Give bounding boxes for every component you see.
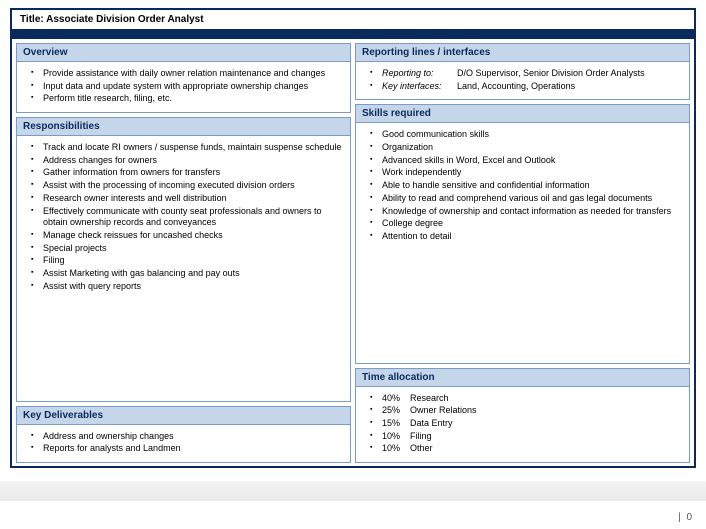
list-item: Track and locate RI owners / suspense fu…: [35, 142, 342, 154]
outer-frame: Title: Associate Division Order Analyst …: [10, 8, 696, 468]
time-label: Owner Relations: [410, 405, 477, 417]
overview-body: Provide assistance with daily owner rela…: [17, 62, 350, 112]
list-item: Gather information from owners for trans…: [35, 167, 342, 179]
list-item: Reporting to: D/O Supervisor, Senior Div…: [374, 68, 681, 80]
list-item: 10%Other: [374, 443, 681, 455]
kv-value: Land, Accounting, Operations: [457, 81, 575, 93]
time-label: Data Entry: [410, 418, 453, 430]
list-item: Manage check reissues for uncashed check…: [35, 230, 342, 242]
list-item: Knowledge of ownership and contact infor…: [374, 206, 681, 218]
deliverables-header: Key Deliverables: [17, 407, 350, 425]
list-item: 40%Research: [374, 393, 681, 405]
time-pct: 15%: [382, 418, 410, 430]
deliverables-body: Address and ownership changes Reports fo…: [17, 425, 350, 462]
list-item: College degree: [374, 218, 681, 230]
list-item: Filing: [35, 255, 342, 267]
list-item: Attention to detail: [374, 231, 681, 243]
list-item: 15%Data Entry: [374, 418, 681, 430]
skills-body: Good communication skills Organization A…: [356, 123, 689, 249]
time-pct: 25%: [382, 405, 410, 417]
reporting-header: Reporting lines / interfaces: [356, 44, 689, 62]
list-item: Address and ownership changes: [35, 431, 342, 443]
list-item: Work independently: [374, 167, 681, 179]
list-item: Assist with query reports: [35, 281, 342, 293]
footer-stripe: [0, 481, 706, 501]
time-pct: 10%: [382, 443, 410, 455]
list-item: Key interfaces: Land, Accounting, Operat…: [374, 81, 681, 93]
reporting-body: Reporting to: D/O Supervisor, Senior Div…: [356, 62, 689, 99]
time-label: Other: [410, 443, 433, 455]
time-section: Time allocation 40%Research 25%Owner Rel…: [355, 368, 690, 463]
skills-section: Skills required Good communication skill…: [355, 104, 690, 363]
responsibilities-body: Track and locate RI owners / suspense fu…: [17, 136, 350, 299]
kv-label: Key interfaces:: [382, 81, 457, 93]
right-column: Reporting lines / interfaces Reporting t…: [355, 43, 690, 463]
list-item: 25%Owner Relations: [374, 405, 681, 417]
time-body: 40%Research 25%Owner Relations 15%Data E…: [356, 387, 689, 462]
slide: Title: Associate Division Order Analyst …: [0, 0, 706, 529]
list-item: Good communication skills: [374, 129, 681, 141]
page-number: 0: [686, 512, 692, 523]
list-item: 10%Filing: [374, 431, 681, 443]
footer: | 0: [678, 512, 692, 523]
list-item: Able to handle sensitive and confidentia…: [374, 180, 681, 192]
list-item: Research owner interests and well distri…: [35, 193, 342, 205]
skills-header: Skills required: [356, 105, 689, 123]
list-item: Assist with the processing of incoming e…: [35, 180, 342, 192]
list-item: Reports for analysts and Landmen: [35, 443, 342, 455]
left-column: Overview Provide assistance with daily o…: [16, 43, 351, 463]
list-item: Special projects: [35, 243, 342, 255]
list-item: Ability to read and comprehend various o…: [374, 193, 681, 205]
list-item: Assist Marketing with gas balancing and …: [35, 268, 342, 280]
list-item: Input data and update system with approp…: [35, 81, 342, 93]
time-label: Research: [410, 393, 449, 405]
time-label: Filing: [410, 431, 432, 443]
kv-value: D/O Supervisor, Senior Division Order An…: [457, 68, 645, 80]
overview-section: Overview Provide assistance with daily o…: [16, 43, 351, 113]
footer-sep: |: [678, 512, 681, 523]
time-header: Time allocation: [356, 369, 689, 387]
reporting-section: Reporting lines / interfaces Reporting t…: [355, 43, 690, 100]
list-item: Address changes for owners: [35, 155, 342, 167]
deliverables-section: Key Deliverables Address and ownership c…: [16, 406, 351, 463]
list-item: Organization: [374, 142, 681, 154]
list-item: Effectively communicate with county seat…: [35, 206, 342, 229]
time-pct: 10%: [382, 431, 410, 443]
time-pct: 40%: [382, 393, 410, 405]
page-title: Title: Associate Division Order Analyst: [12, 10, 694, 39]
responsibilities-header: Responsibilities: [17, 118, 350, 136]
list-item: Advanced skills in Word, Excel and Outlo…: [374, 155, 681, 167]
kv-label: Reporting to:: [382, 68, 457, 80]
list-item: Perform title research, filing, etc.: [35, 93, 342, 105]
responsibilities-section: Responsibilities Track and locate RI own…: [16, 117, 351, 402]
overview-header: Overview: [17, 44, 350, 62]
content-area: Overview Provide assistance with daily o…: [12, 39, 694, 467]
list-item: Provide assistance with daily owner rela…: [35, 68, 342, 80]
